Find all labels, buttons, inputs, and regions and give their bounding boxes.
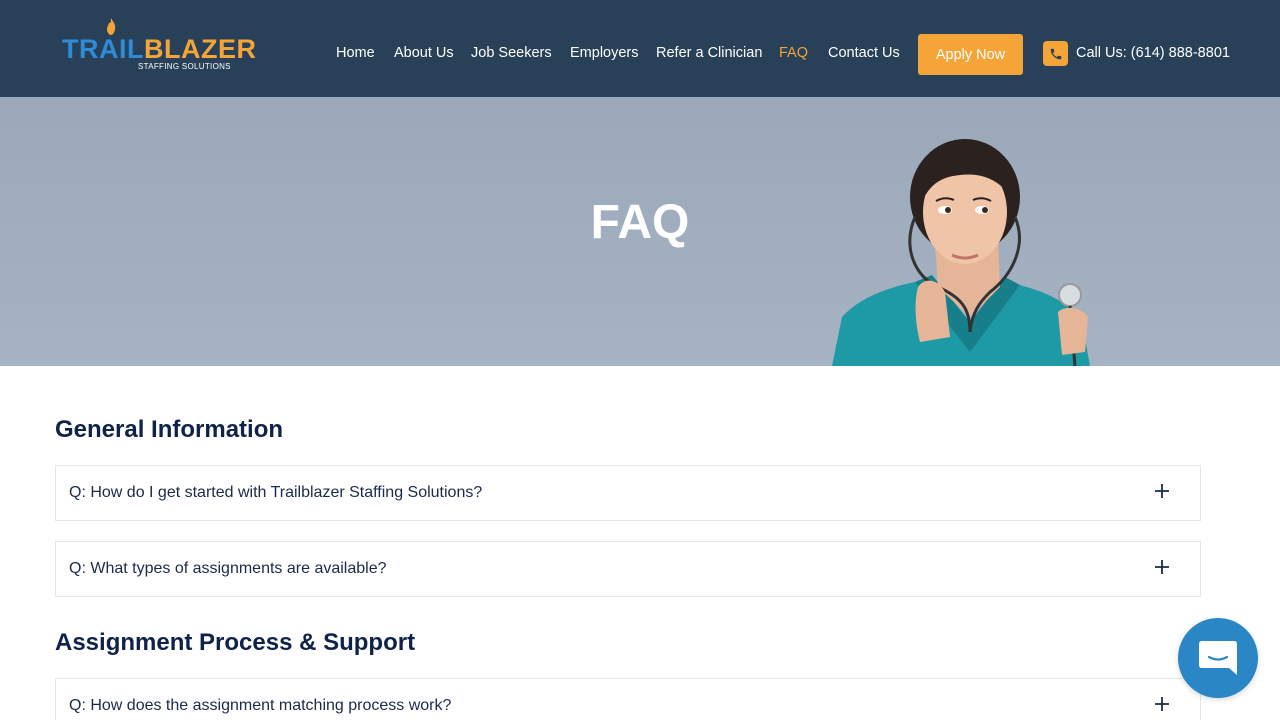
logo-tagline: STAFFING SOLUTIONS — [138, 62, 231, 71]
section-title-assignment-process: Assignment Process & Support — [55, 629, 416, 656]
call-us-link[interactable]: Call Us: (614) 888-8801 — [1076, 45, 1230, 61]
nav-home[interactable]: Home — [336, 45, 375, 61]
plus-icon[interactable] — [1154, 483, 1170, 499]
section-title-general-information: General Information — [55, 416, 284, 443]
hero-banner: FAQ — [0, 97, 1280, 366]
nav-refer-a-clinician[interactable]: Refer a Clinician — [656, 45, 762, 61]
chat-bubble-icon — [1199, 641, 1237, 675]
apply-now-button[interactable]: Apply Now — [918, 34, 1023, 75]
nav-contact-us[interactable]: Contact Us — [828, 45, 900, 61]
phone-icon[interactable] — [1043, 41, 1068, 66]
plus-icon[interactable] — [1154, 696, 1170, 712]
logo-word-trail: TRAIL — [62, 34, 144, 64]
logo-word-blazer: BLAZER — [143, 34, 257, 64]
site-header: TRAILBLAZER STAFFING SOLUTIONS Home Abou… — [0, 0, 1280, 97]
faq-item[interactable]: Q: How does the assignment matching proc… — [55, 678, 1201, 720]
nav-faq[interactable]: FAQ — [779, 45, 808, 61]
faq-question: Q: How does the assignment matching proc… — [69, 697, 452, 714]
nurse-photo — [832, 139, 1090, 366]
chat-widget-button[interactable] — [1178, 618, 1258, 698]
nav-job-seekers[interactable]: Job Seekers — [471, 45, 552, 61]
faq-item[interactable]: Q: How do I get started with Trailblazer… — [55, 465, 1201, 521]
plus-icon[interactable] — [1154, 559, 1170, 575]
nav-about-us[interactable]: About Us — [394, 45, 454, 61]
nav-employers[interactable]: Employers — [570, 45, 639, 61]
page-title: FAQ — [590, 196, 690, 249]
faq-question: Q: How do I get started with Trailblazer… — [69, 484, 483, 501]
trailblazer-logo[interactable]: TRAILBLAZER STAFFING SOLUTIONS — [62, 18, 256, 74]
faq-item[interactable]: Q: What types of assignments are availab… — [55, 541, 1201, 597]
faq-question: Q: What types of assignments are availab… — [69, 560, 387, 577]
